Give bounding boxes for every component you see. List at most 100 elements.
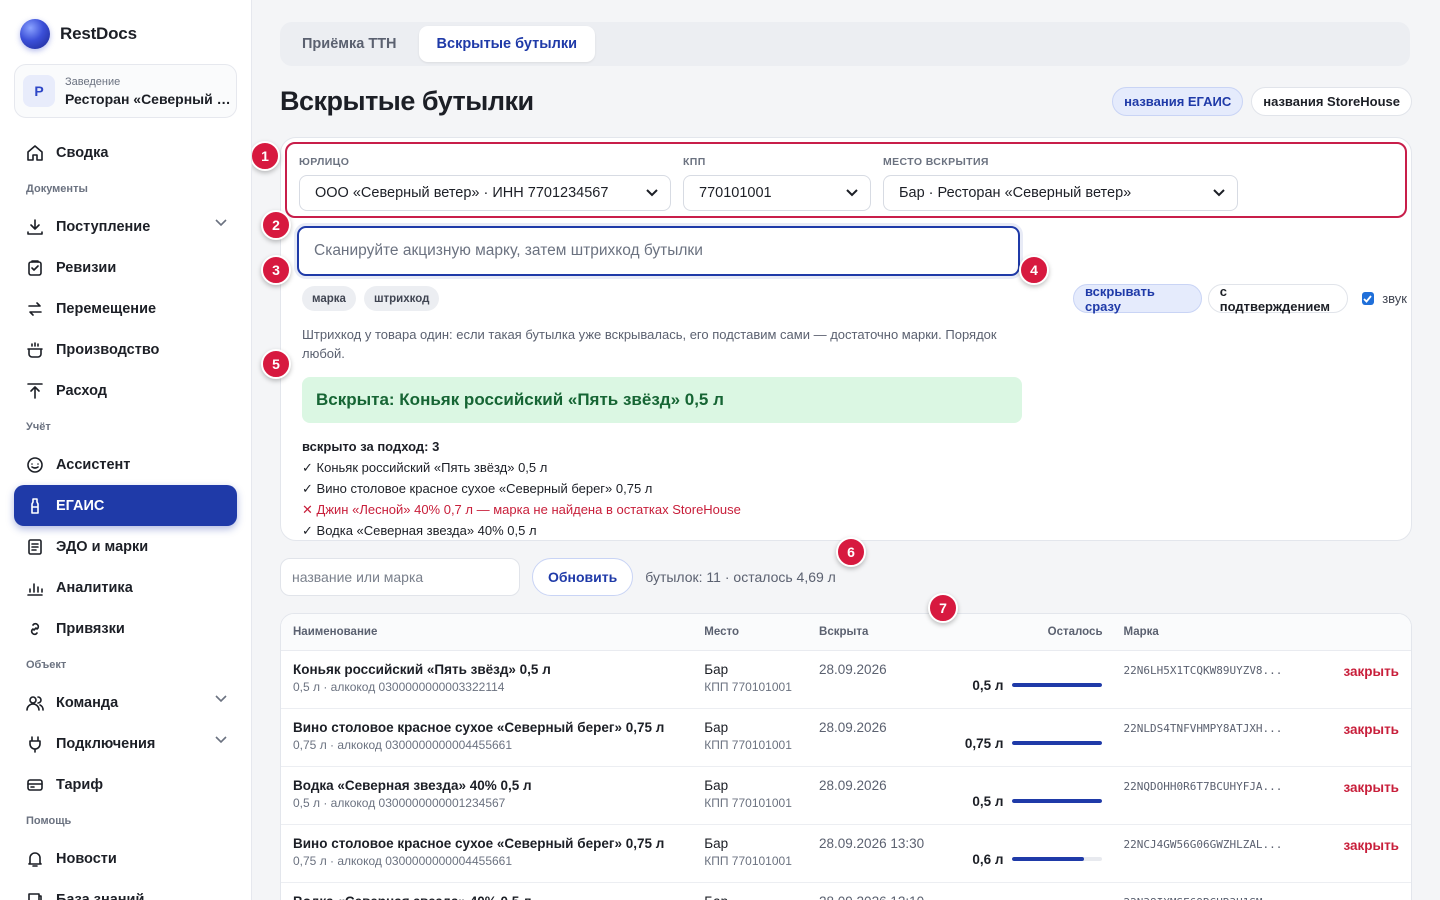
sidebar-item-label: ЭДО и марки xyxy=(56,538,149,555)
sidebar-item-9[interactable]: ЕГАИС xyxy=(14,485,237,526)
chevron-down-icon xyxy=(1213,189,1225,197)
sidebar-item-10[interactable]: ЭДО и марки xyxy=(14,526,237,567)
session-entry: ✕ Джин «Лесной» 40% 0,7 л — марка не най… xyxy=(302,499,1407,520)
sidebar-item-label: ЕГАИС xyxy=(56,497,105,514)
bottle-name: Вино столовое красное сухое «Северный бе… xyxy=(293,836,665,851)
bottle-kpp: КПП 770101001 xyxy=(704,738,792,752)
bottle-place: Бар xyxy=(704,720,729,735)
search-placeholder: название или марка xyxy=(292,569,424,585)
sidebar-item-6[interactable]: Расход xyxy=(14,370,237,411)
volume-bar xyxy=(1012,857,1103,861)
chip-barcode: штрихкод xyxy=(363,286,440,311)
sound-checkbox[interactable] xyxy=(1361,292,1375,305)
chevron-down-icon xyxy=(215,695,227,703)
table-row: Коньяк российский «Пять звёзд» 0,5 л 0,5 … xyxy=(281,651,1411,709)
sidebar-section-label: Документы xyxy=(26,183,88,195)
sidebar-item-0[interactable]: Сводка xyxy=(14,132,237,173)
table-row: Вино столовое красное сухое «Северный бе… xyxy=(281,825,1411,883)
check-icon: ✓ xyxy=(302,481,313,496)
sidebar-item-15[interactable]: Подключения xyxy=(14,723,237,764)
chip-mark: марка xyxy=(302,286,356,311)
sidebar-item-label: Привязки xyxy=(56,620,125,637)
open-immediately-button[interactable]: вскрывать сразу xyxy=(1073,284,1202,314)
sidebar-item-label: Команда xyxy=(56,694,119,711)
tab-1[interactable]: Вскрытые бутылки xyxy=(418,26,596,62)
sidebar-item-11[interactable]: Аналитика xyxy=(14,567,237,608)
sidebar-item-5[interactable]: Производство xyxy=(14,329,237,370)
search-input[interactable]: название или марка xyxy=(280,558,520,596)
venue-switcher[interactable]: Р Заведение Ресторан «Северный ветер» xyxy=(14,64,237,118)
sidebar-item-label: Новости xyxy=(56,850,117,867)
sidebar-item-label: Сводка xyxy=(56,144,109,161)
close-bottle-link[interactable]: закрыть xyxy=(1319,767,1411,824)
upload-icon xyxy=(26,382,44,400)
close-bottle-link[interactable]: закрыть xyxy=(1319,883,1411,900)
bottle-icon xyxy=(26,497,44,515)
session-entry-text: Коньяк российский «Пять звёзд» 0,5 л xyxy=(316,460,548,475)
table-row: Водка «Северная звезда» 40% 0,5 л 0,5 л ·… xyxy=(281,767,1411,825)
opened-date: 28.09.2026 xyxy=(819,662,887,677)
bottle-name: Вино столовое красное сухое «Северный бе… xyxy=(293,720,665,735)
chevron-down-icon xyxy=(215,219,227,227)
scan-card: ЮРЛИЦО ООО «Северный ветер» · ИНН 770123… xyxy=(280,137,1412,541)
sidebar-nav: Сводка Документы Поступление Ревизии Перемещ… xyxy=(14,132,237,900)
volume-bar-fill xyxy=(1012,799,1103,803)
session-entry-text: Джин «Лесной» 40% 0,7 л — марка не найде… xyxy=(316,502,741,517)
kpp-value: 770101001 xyxy=(699,185,772,201)
col-name: Наименование xyxy=(293,626,378,638)
kpp-select[interactable]: 770101001 xyxy=(683,175,871,211)
sound-label: звук xyxy=(1382,291,1407,306)
storehouse-names-button[interactable]: названия StoreHouse xyxy=(1251,87,1412,116)
sidebar-section-label: Объект xyxy=(26,659,67,671)
sidebar-item-16[interactable]: Тариф xyxy=(14,764,237,805)
kpp-label: КПП xyxy=(683,156,706,168)
sidebar-item-3[interactable]: Ревизии xyxy=(14,247,237,288)
close-bottle-link[interactable]: закрыть xyxy=(1319,709,1411,766)
brand[interactable]: RestDocs xyxy=(14,18,237,50)
close-bottle-link[interactable]: закрыть xyxy=(1319,651,1411,708)
volume-bar xyxy=(1012,683,1103,687)
plug-icon xyxy=(26,735,44,753)
legal-select[interactable]: ООО «Северный ветер» · ИНН 7701234567 xyxy=(299,175,671,211)
venue-caption: Заведение xyxy=(65,75,121,88)
annotation-badge-4: 4 xyxy=(1019,255,1049,285)
refresh-button[interactable]: Обновить xyxy=(532,558,634,596)
app-name: RestDocs xyxy=(60,24,137,43)
sidebar-item-19[interactable]: База знаний xyxy=(14,879,237,900)
volume-left: 0,5 л xyxy=(972,677,1004,693)
bottle-details: 0,75 л · алкокод 0300000000004455661 xyxy=(293,854,513,868)
card-icon xyxy=(26,776,44,794)
excise-mark: 22NQDOHH0R6T7BCUHYFJA... xyxy=(1123,780,1283,793)
assistant-icon xyxy=(26,456,44,474)
scan-input[interactable]: Сканируйте акцизную марку, затем штрихко… xyxy=(297,226,1020,276)
sidebar-item-8[interactable]: Ассистент xyxy=(14,444,237,485)
opened-date: 28.09.2026 xyxy=(819,720,887,735)
team-icon xyxy=(26,694,44,712)
logo-icon xyxy=(20,19,50,49)
session-log: вскрыто за подход: 3 ✓ Коньяк российский… xyxy=(302,436,1407,541)
sidebar-item-label: Ассистент xyxy=(56,456,131,473)
bottle-name: Водка «Северная звезда» 40% 0,5 л xyxy=(293,778,532,793)
tab-bar: Приёмка ТТН Вскрытые бутылки xyxy=(280,22,1410,66)
main-content: Приёмка ТТН Вскрытые бутылки Вскрытые бут… xyxy=(252,0,1440,900)
sidebar-section-label: Помощь xyxy=(26,815,72,827)
egais-names-button[interactable]: названия ЕГАИС xyxy=(1112,87,1244,116)
sidebar-item-14[interactable]: Команда xyxy=(14,682,237,723)
transfer-icon xyxy=(26,300,44,318)
volume-bar-fill xyxy=(1012,741,1103,745)
with-confirmation-button[interactable]: с подтверждением xyxy=(1207,284,1348,314)
sidebar-item-2[interactable]: Поступление xyxy=(14,206,237,247)
volume-left: 0,6 л xyxy=(972,851,1004,867)
bottle-kpp: КПП 770101001 xyxy=(704,680,792,694)
sidebar-item-12[interactable]: Привязки xyxy=(14,608,237,649)
sidebar-item-18[interactable]: Новости xyxy=(14,838,237,879)
link-icon xyxy=(26,620,44,638)
tab-0[interactable]: Приёмка ТТН xyxy=(284,26,415,62)
place-select[interactable]: Бар · Ресторан «Северный ветер» xyxy=(883,175,1238,211)
volume-bar xyxy=(1012,799,1103,803)
volume-bar-fill xyxy=(1012,683,1103,687)
annotation-badge-2: 2 xyxy=(261,210,291,240)
sidebar-item-4[interactable]: Перемещение xyxy=(14,288,237,329)
close-bottle-link[interactable]: закрыть xyxy=(1319,825,1411,882)
volume-left: 0,5 л xyxy=(972,793,1004,809)
